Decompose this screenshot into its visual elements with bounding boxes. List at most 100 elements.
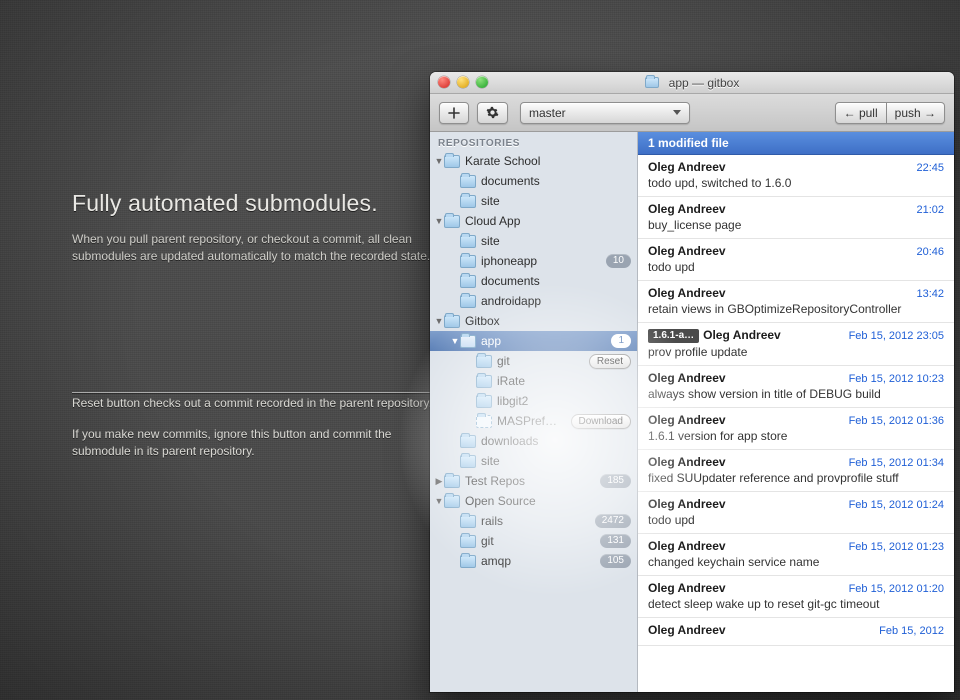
window-titlebar[interactable]: app — gitbox (430, 72, 954, 94)
gear-icon (486, 106, 499, 119)
commit-author: Oleg Andreev (648, 371, 726, 385)
sidebar-item[interactable]: site (430, 451, 637, 471)
sidebar-item-label: Test Repos (465, 474, 596, 488)
folder-icon (460, 175, 476, 188)
commit-row[interactable]: Oleg AndreevFeb 15, 2012 01:24todo upd (638, 492, 954, 534)
folder-icon (460, 275, 476, 288)
commit-row[interactable]: 1.6.1-a…Oleg AndreevFeb 15, 2012 23:05pr… (638, 323, 954, 366)
sidebar-item[interactable]: downloads (430, 431, 637, 451)
disclosure-icon[interactable]: ▼ (434, 216, 444, 226)
disclosure-icon[interactable]: ▼ (434, 316, 444, 326)
folder-icon (460, 555, 476, 568)
disclosure-icon[interactable]: ▼ (434, 496, 444, 506)
count-badge: 1 (611, 334, 631, 348)
folder-icon (444, 475, 460, 488)
commit-row[interactable]: Oleg Andreev22:45todo upd, switched to 1… (638, 155, 954, 197)
commit-row[interactable]: Oleg Andreev 13:42 retain views in GBOptim… (638, 281, 954, 323)
sidebar-item[interactable]: documents (430, 171, 637, 191)
commit-row[interactable]: Oleg AndreevFeb 15, 2012 01:34fixed SUUp… (638, 450, 954, 492)
disclosure-icon[interactable]: ▼ (434, 156, 444, 166)
sidebar-item[interactable]: iphoneapp10 (430, 251, 637, 271)
commit-row[interactable]: Oleg AndreevFeb 15, 2012 10:23always sho… (638, 366, 954, 408)
sidebar-item[interactable]: site (430, 231, 637, 251)
sidebar-item[interactable]: rails2472 (430, 511, 637, 531)
commit-row[interactable]: Oleg Andreev20:46todo upd (638, 239, 954, 281)
folder-icon (645, 77, 659, 88)
sidebar-item[interactable]: amqp 105 (430, 551, 637, 571)
sidebar-item-label: rails (481, 514, 591, 528)
commit-row[interactable]: Oleg AndreevFeb 15, 2012 (638, 618, 954, 646)
status-bar[interactable]: 1 modified file (638, 132, 954, 155)
sidebar-item-label: downloads (481, 434, 631, 448)
reset-button[interactable]: Reset (589, 354, 631, 369)
commit-author: Oleg Andreev (648, 286, 726, 300)
commit-message: detect sleep wake up to reset git-gc tim… (648, 597, 944, 611)
sidebar-item-label: documents (481, 174, 631, 188)
commit-time: Feb 15, 2012 23:05 (849, 330, 944, 342)
commit-author: Oleg Andreev (648, 455, 726, 469)
commit-time: 20:46 (916, 246, 944, 258)
commit-time: 13:42 (916, 288, 944, 300)
commit-row[interactable]: Oleg AndreevFeb 15, 2012 01:361.6.1 vers… (638, 408, 954, 450)
commit-message: todo upd (648, 513, 944, 527)
pull-button[interactable]: ← pull (835, 102, 887, 124)
sidebar-item[interactable]: git131 (430, 531, 637, 551)
promo-desc: When you pull parent repository, or chec… (72, 231, 432, 265)
sidebar-item[interactable]: site (430, 191, 637, 211)
branch-select[interactable]: master (520, 102, 690, 124)
commit-message: always show version in title of DEBUG bu… (648, 387, 944, 401)
commit-message: retain views in GBOptimizeRepositoryCont… (648, 302, 944, 316)
commit-message: buy_license page (648, 218, 944, 232)
minimize-icon[interactable] (457, 76, 469, 88)
sidebar-item[interactable]: gitReset (430, 351, 637, 371)
sidebar-item[interactable]: documents (430, 271, 637, 291)
count-badge: 185 (600, 474, 631, 488)
commit-row[interactable]: Oleg Andreev21:02buy_license page (638, 197, 954, 239)
add-button[interactable] (439, 102, 469, 124)
folder-icon (444, 495, 460, 508)
disclosure-icon[interactable]: ▶ (434, 476, 444, 487)
sidebar-item-label: site (481, 234, 631, 248)
sidebar-item-label: amqp (481, 554, 596, 568)
folder-icon (476, 355, 492, 368)
commit-author: 1.6.1-a…Oleg Andreev (648, 328, 781, 343)
download-button[interactable]: Download (571, 414, 631, 429)
folder-icon (460, 335, 476, 348)
sidebar-item[interactable]: ▼ Karate School (430, 151, 637, 171)
app-window: app — gitbox master ← pull push → REPOSI… (430, 72, 954, 692)
commit-row[interactable]: Oleg AndreevFeb 15, 2012 01:23changed ke… (638, 534, 954, 576)
push-button[interactable]: push → (887, 102, 945, 124)
commit-author: Oleg Andreev (648, 581, 726, 595)
sidebar-item[interactable]: ▼Open Source (430, 491, 637, 511)
sidebar-item-label: site (481, 454, 631, 468)
commit-time: Feb 15, 2012 01:20 (849, 583, 944, 595)
folder-icon (460, 535, 476, 548)
sidebar-item-label: Gitbox (465, 314, 631, 328)
sidebar-item-label: Karate School (465, 154, 631, 168)
close-icon[interactable] (438, 76, 450, 88)
sidebar-item[interactable]: MASPref…Download (430, 411, 637, 431)
promo-title: Fully automated submodules. (72, 190, 432, 217)
folder-icon (444, 155, 460, 168)
callout-line (72, 392, 489, 393)
count-badge: 105 (600, 554, 631, 568)
sidebar-item[interactable]: libgit2 (430, 391, 637, 411)
sidebar-item[interactable]: androidapp (430, 291, 637, 311)
commit-row[interactable]: Oleg Andreev Feb 15, 2012 01:20 detect sle… (638, 576, 954, 618)
plus-icon (448, 107, 460, 119)
commit-time: Feb 15, 2012 01:23 (849, 541, 944, 553)
sidebar-item[interactable]: ▼Cloud App (430, 211, 637, 231)
disclosure-icon[interactable]: ▼ (450, 336, 460, 346)
commit-time: Feb 15, 2012 (879, 625, 944, 637)
sidebar-item[interactable]: ▼app1 (430, 331, 637, 351)
zoom-icon[interactable] (476, 76, 488, 88)
sidebar-item[interactable]: iRate (430, 371, 637, 391)
settings-button[interactable] (477, 102, 508, 124)
traffic-lights (438, 76, 488, 88)
commit-author: Oleg Andreev (648, 413, 726, 427)
sidebar-item-label: libgit2 (497, 394, 631, 408)
commit-author: Oleg Andreev (648, 539, 726, 553)
sidebar-item[interactable]: ▼ Gitbox (430, 311, 637, 331)
sidebar-item[interactable]: ▶ Test Repos 185 (430, 471, 637, 491)
commits-pane: 1 modified file Oleg Andreev22:45todo up… (638, 132, 954, 692)
